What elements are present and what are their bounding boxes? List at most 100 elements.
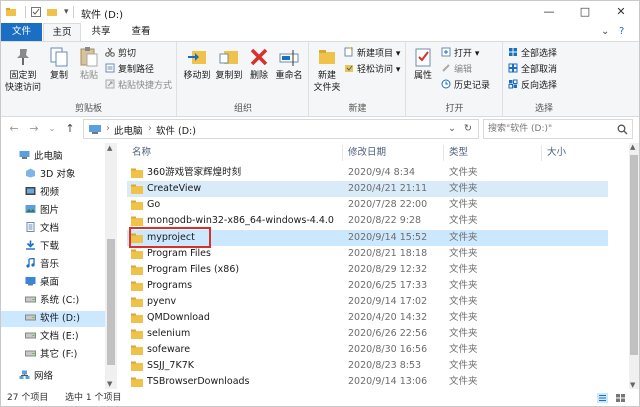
title-bar: ▾ 软件 (D:) — □ ✕: [1, 1, 639, 23]
table-row[interactable]: sofeware 2020/8/30 16:56 文件夹: [127, 342, 608, 358]
back-arrow-icon[interactable]: ←: [7, 121, 21, 137]
new-item-button[interactable]: 新建项目 ▾: [344, 47, 400, 61]
breadcrumb-pc[interactable]: 此电脑: [114, 123, 143, 137]
invert-selection-button[interactable]: 反向选择: [508, 79, 557, 93]
column-header-name[interactable]: 名称: [132, 145, 151, 161]
nav-label: 软件 (D:): [40, 313, 80, 324]
rename-button[interactable]: 重命名: [274, 46, 304, 82]
ribbon: 固定到 快速访问 复制 粘贴 剪切 复制路径 粘贴快捷方式 剪贴板 移动到 复制…: [1, 41, 639, 117]
address-dropdown-icon[interactable]: ⌄: [448, 123, 456, 134]
select-none-button[interactable]: 全部取消: [508, 63, 557, 77]
select-none-icon: [508, 63, 518, 73]
select-all-button[interactable]: 全部选择: [508, 47, 557, 61]
nav-scrollbar[interactable]: ▲ ▼: [105, 143, 117, 389]
copy-to-button[interactable]: 复制到: [214, 46, 244, 82]
paste-shortcut-button[interactable]: 粘贴快捷方式: [105, 79, 172, 93]
file-name: pyenv: [147, 296, 177, 307]
paste-button[interactable]: 粘贴: [75, 46, 103, 82]
help-icon[interactable]: ?: [619, 26, 624, 37]
checkbox-icon[interactable]: [30, 6, 42, 18]
scroll-up-icon[interactable]: ▲: [107, 144, 112, 152]
refresh-icon[interactable]: ↻: [464, 123, 472, 134]
search-box[interactable]: 搜索"软件 (D:)": [483, 119, 633, 139]
column-header-size[interactable]: 大小: [547, 145, 566, 161]
copy-button[interactable]: 复制: [45, 46, 73, 82]
ribbon-expand-icon[interactable]: ⌄: [601, 26, 609, 37]
table-row-selected[interactable]: myproject 2020/9/14 15:52 文件夹: [127, 227, 608, 248]
maximize-button[interactable]: □: [567, 1, 603, 23]
file-name: Program Files (x86): [147, 264, 240, 275]
breadcrumb-drive[interactable]: 软件 (D:): [156, 123, 196, 137]
large-icons-view-icon[interactable]: [615, 393, 626, 403]
table-row[interactable]: Go 2020/7/28 22:00 文件夹: [127, 197, 608, 213]
table-row[interactable]: selenium 2020/6/26 22:56 文件夹: [127, 326, 608, 342]
table-row[interactable]: QMDownload 2020/4/20 14:32 文件夹: [127, 310, 608, 326]
table-row[interactable]: SSJJ_7K7K 2020/8/23 8:53 文件夹: [127, 358, 608, 374]
table-row[interactable]: Program Files (x86) 2020/8/29 12:32 文件夹: [127, 262, 608, 278]
pin-quick-access-button[interactable]: 固定到 快速访问: [5, 46, 41, 94]
folder-icon: [131, 329, 143, 339]
column-header-type[interactable]: 类型: [449, 145, 468, 161]
file-type: 文件夹: [449, 248, 478, 259]
highlight-box: [129, 227, 211, 248]
copy-path-icon: [105, 63, 115, 73]
easy-access-icon: [345, 65, 353, 72]
scissors-icon: [105, 47, 115, 57]
search-input[interactable]: 搜索"软件 (D:)": [488, 124, 552, 134]
tab-share[interactable]: 共享: [83, 23, 119, 41]
properties-button[interactable]: 属性: [409, 46, 437, 82]
column-separator: [342, 145, 343, 161]
open-group: 属性 打开 ▾ 编辑 历史记录 打开: [407, 42, 503, 116]
organize-group: 移动到 复制到 删除 重命名 组织: [178, 42, 309, 116]
scroll-down-icon[interactable]: ▼: [630, 381, 635, 389]
table-row[interactable]: CreateView 2020/4/21 21:11 文件夹: [127, 181, 608, 197]
table-row[interactable]: pyenv 2020/9/14 17:02 文件夹: [127, 294, 608, 310]
table-row[interactable]: Programs 2020/6/25 17:33 文件夹: [127, 278, 608, 294]
new-folder-button[interactable]: 新建 文件夹: [312, 46, 342, 94]
cut-button[interactable]: 剪切: [105, 47, 136, 61]
forward-arrow-icon[interactable]: →: [27, 121, 41, 137]
file-type: 文件夹: [449, 376, 478, 387]
scroll-down-icon[interactable]: ▼: [107, 380, 112, 388]
recent-dropdown-icon[interactable]: ⌄: [45, 121, 59, 137]
explorer-app-icon[interactable]: [5, 6, 17, 18]
open-button[interactable]: 打开 ▾: [441, 47, 479, 61]
folder-icon: [131, 281, 143, 291]
file-list-scrollbar[interactable]: ▲ ▼: [629, 143, 639, 389]
nav-label: 此电脑: [34, 151, 63, 162]
folder-icon: [131, 200, 143, 210]
delete-button[interactable]: 删除: [246, 46, 272, 82]
file-date: 2020/8/30 16:56: [348, 344, 428, 355]
copy-path-button[interactable]: 复制路径: [105, 63, 154, 77]
file-name: Programs: [147, 280, 193, 291]
file-list-scroll-thumb[interactable]: [630, 155, 638, 355]
table-row[interactable]: Program Files 2020/8/21 18:18 文件夹: [127, 246, 608, 262]
address-bar[interactable]: › 此电脑 › 软件 (D:) ⌄ ↻: [83, 119, 479, 139]
folder-icon: [131, 361, 143, 371]
scroll-up-icon[interactable]: ▲: [630, 143, 635, 151]
qa-dropdown-icon[interactable]: ▾: [64, 7, 69, 17]
nav-item-drive-d[interactable]: 软件 (D:): [1, 311, 105, 327]
paste-shortcut-icon: [105, 79, 115, 89]
easy-access-button[interactable]: 轻松访问 ▾: [344, 63, 400, 77]
picture-icon: [25, 205, 36, 213]
column-header-date[interactable]: 修改日期: [348, 145, 386, 161]
table-row[interactable]: 360游戏管家辉煌时刻 2020/9/4 8:34 文件夹: [127, 165, 608, 181]
download-icon: [26, 240, 35, 250]
tab-file[interactable]: 文件: [1, 23, 42, 41]
close-button[interactable]: ✕: [603, 1, 639, 23]
tab-view[interactable]: 查看: [123, 23, 159, 41]
up-arrow-icon[interactable]: ↑: [63, 121, 77, 137]
file-type: 文件夹: [449, 296, 478, 307]
tab-home[interactable]: 主页: [43, 23, 81, 41]
details-view-icon[interactable]: [597, 393, 608, 403]
new-folder-quick-icon[interactable]: [46, 6, 58, 18]
edit-button[interactable]: 编辑: [441, 63, 472, 77]
move-to-button[interactable]: 移动到: [182, 46, 212, 82]
ribbon-tabs: 文件 主页 共享 查看 ⌄ ?: [1, 23, 639, 41]
minimize-button[interactable]: —: [531, 1, 567, 23]
history-button[interactable]: 历史记录: [441, 79, 490, 93]
table-row[interactable]: TSBrowserDownloads 2020/9/14 13:06 文件夹: [127, 374, 608, 390]
select-all-icon: [509, 48, 517, 56]
nav-scroll-thumb[interactable]: [107, 239, 115, 365]
